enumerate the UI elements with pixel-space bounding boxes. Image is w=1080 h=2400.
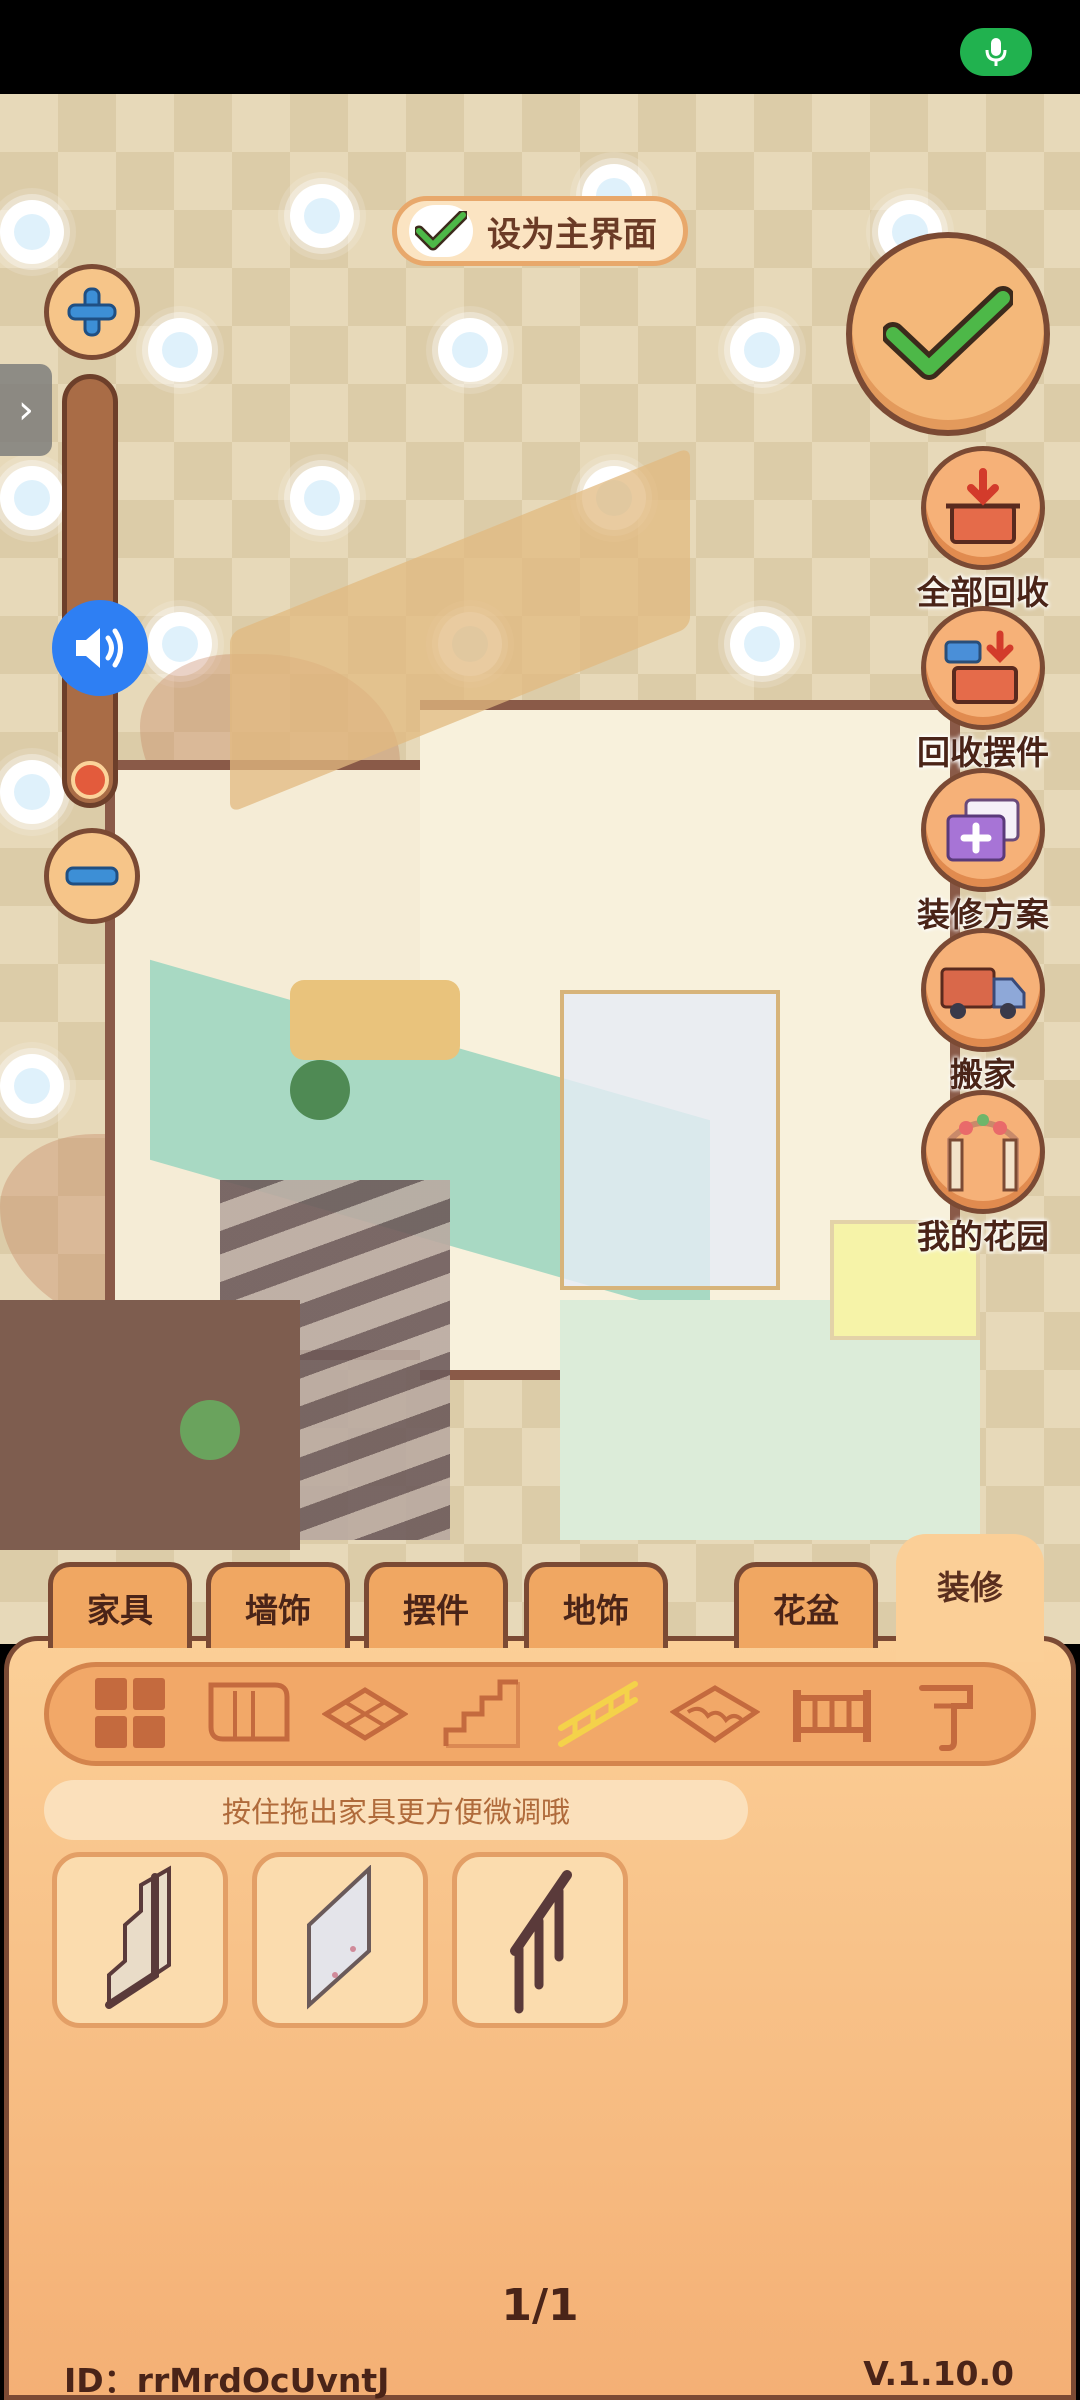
recycle-all-button[interactable]: 全部回收 bbox=[908, 446, 1058, 614]
sofa[interactable] bbox=[290, 980, 460, 1060]
subcategory-railing[interactable] bbox=[553, 1674, 643, 1754]
decoration-plans-button[interactable]: 装修方案 bbox=[908, 768, 1058, 936]
sun-pattern-icon bbox=[290, 184, 354, 248]
tab-renovation[interactable]: 装修 bbox=[896, 1534, 1044, 1662]
tab-furniture[interactable]: 家具 bbox=[48, 1562, 192, 1648]
tab-ornaments[interactable]: 摆件 bbox=[364, 1562, 508, 1648]
sun-pattern-icon bbox=[730, 318, 794, 382]
roof-tile-icon bbox=[670, 1685, 761, 1744]
potted-plant[interactable] bbox=[290, 1060, 350, 1120]
moving-truck-icon bbox=[940, 967, 1026, 1019]
potted-plant[interactable] bbox=[180, 1400, 240, 1460]
checkmark-icon bbox=[883, 286, 1013, 380]
zoom-slider-handle[interactable] bbox=[71, 761, 109, 799]
chevron-right-icon: › bbox=[18, 387, 34, 433]
mic-indicator bbox=[960, 28, 1032, 76]
sun-pattern-icon bbox=[438, 318, 502, 382]
checkmark-icon bbox=[415, 211, 467, 251]
plus-icon bbox=[67, 287, 117, 337]
box-item-recycle-icon bbox=[944, 630, 1018, 704]
move-house-label: 搬家 bbox=[950, 1055, 1016, 1094]
recycle-items-button[interactable]: 回收摆件 bbox=[908, 606, 1058, 774]
confirm-button[interactable] bbox=[846, 232, 1050, 436]
item-slot[interactable] bbox=[452, 1852, 628, 2028]
status-bar bbox=[0, 0, 1080, 94]
category-tabs: 家具 墙饰 摆件 地饰 花盆 装修 bbox=[0, 1534, 1080, 1662]
set-as-main-screen-label: 设为主界面 bbox=[487, 214, 657, 255]
cards-plus-icon bbox=[946, 798, 1020, 862]
sun-pattern-icon bbox=[148, 318, 212, 382]
minus-icon bbox=[65, 866, 119, 886]
grid-icon bbox=[95, 1678, 166, 1748]
tab-wall-decor[interactable]: 墙饰 bbox=[206, 1562, 350, 1648]
item-slot[interactable] bbox=[52, 1852, 228, 2028]
expand-side-panel-button[interactable]: › bbox=[0, 364, 52, 456]
sun-pattern-icon bbox=[290, 466, 354, 530]
my-garden-button[interactable]: 我的花园 bbox=[908, 1090, 1058, 1258]
subcategory-wallpaper[interactable] bbox=[203, 1674, 293, 1754]
subcategory-floor[interactable] bbox=[320, 1674, 410, 1754]
subcategory-stairs[interactable] bbox=[437, 1674, 527, 1754]
sun-pattern-icon bbox=[0, 466, 64, 530]
checkbox[interactable] bbox=[409, 205, 473, 257]
my-garden-label: 我的花园 bbox=[917, 1217, 1049, 1256]
sun-pattern-icon bbox=[730, 612, 794, 676]
sun-pattern-icon bbox=[0, 1054, 64, 1118]
volume-button[interactable] bbox=[52, 600, 148, 696]
wallpaper-roll-icon bbox=[208, 1682, 290, 1742]
zoom-in-button[interactable] bbox=[44, 264, 140, 360]
player-id: ID：rrMrdOcUvntJ bbox=[64, 2361, 390, 2400]
set-as-main-screen-toggle[interactable]: 设为主界面 bbox=[392, 196, 688, 266]
drag-hint: 按住拖出家具更方便微调哦 bbox=[44, 1780, 748, 1840]
hook-icon bbox=[918, 1685, 973, 1751]
stair-railing-dark-icon bbox=[105, 1865, 171, 2009]
sun-pattern-icon bbox=[0, 200, 64, 264]
railing-icon bbox=[558, 1681, 639, 1747]
glass-bedroom[interactable] bbox=[560, 990, 780, 1290]
stair-railing-glass-icon bbox=[307, 1865, 371, 2010]
recycle-items-label: 回收摆件 bbox=[917, 733, 1049, 772]
tab-floor-decor[interactable]: 地饰 bbox=[524, 1562, 668, 1648]
zoom-out-button[interactable] bbox=[44, 828, 140, 924]
subcategory-roof[interactable] bbox=[670, 1674, 761, 1754]
tab-flower-pots[interactable]: 花盆 bbox=[734, 1562, 878, 1648]
subcategory-hook[interactable] bbox=[904, 1674, 994, 1754]
box-recycle-icon bbox=[946, 468, 1020, 544]
fence-icon bbox=[792, 1690, 871, 1742]
subcategory-fence[interactable] bbox=[787, 1674, 877, 1754]
stairs-icon bbox=[443, 1679, 520, 1748]
move-house-button[interactable]: 搬家 bbox=[908, 928, 1058, 1096]
item-slot[interactable] bbox=[252, 1852, 428, 2028]
stair-railing-post-icon bbox=[510, 1870, 572, 2014]
kitchen-area[interactable] bbox=[0, 1300, 300, 1550]
pagination: 1/1 bbox=[501, 2280, 579, 2331]
subcategory-bar bbox=[44, 1662, 1036, 1766]
version-label: V.1.10.0 bbox=[863, 2354, 1014, 2393]
sun-pattern-icon bbox=[0, 760, 64, 824]
zoom-slider[interactable] bbox=[62, 374, 118, 808]
mic-icon bbox=[985, 38, 1007, 66]
garden-arch-icon bbox=[947, 1114, 1019, 1192]
subcategory-all[interactable] bbox=[86, 1674, 176, 1754]
floor-tile-icon bbox=[321, 1687, 408, 1741]
speaker-icon bbox=[76, 628, 123, 668]
